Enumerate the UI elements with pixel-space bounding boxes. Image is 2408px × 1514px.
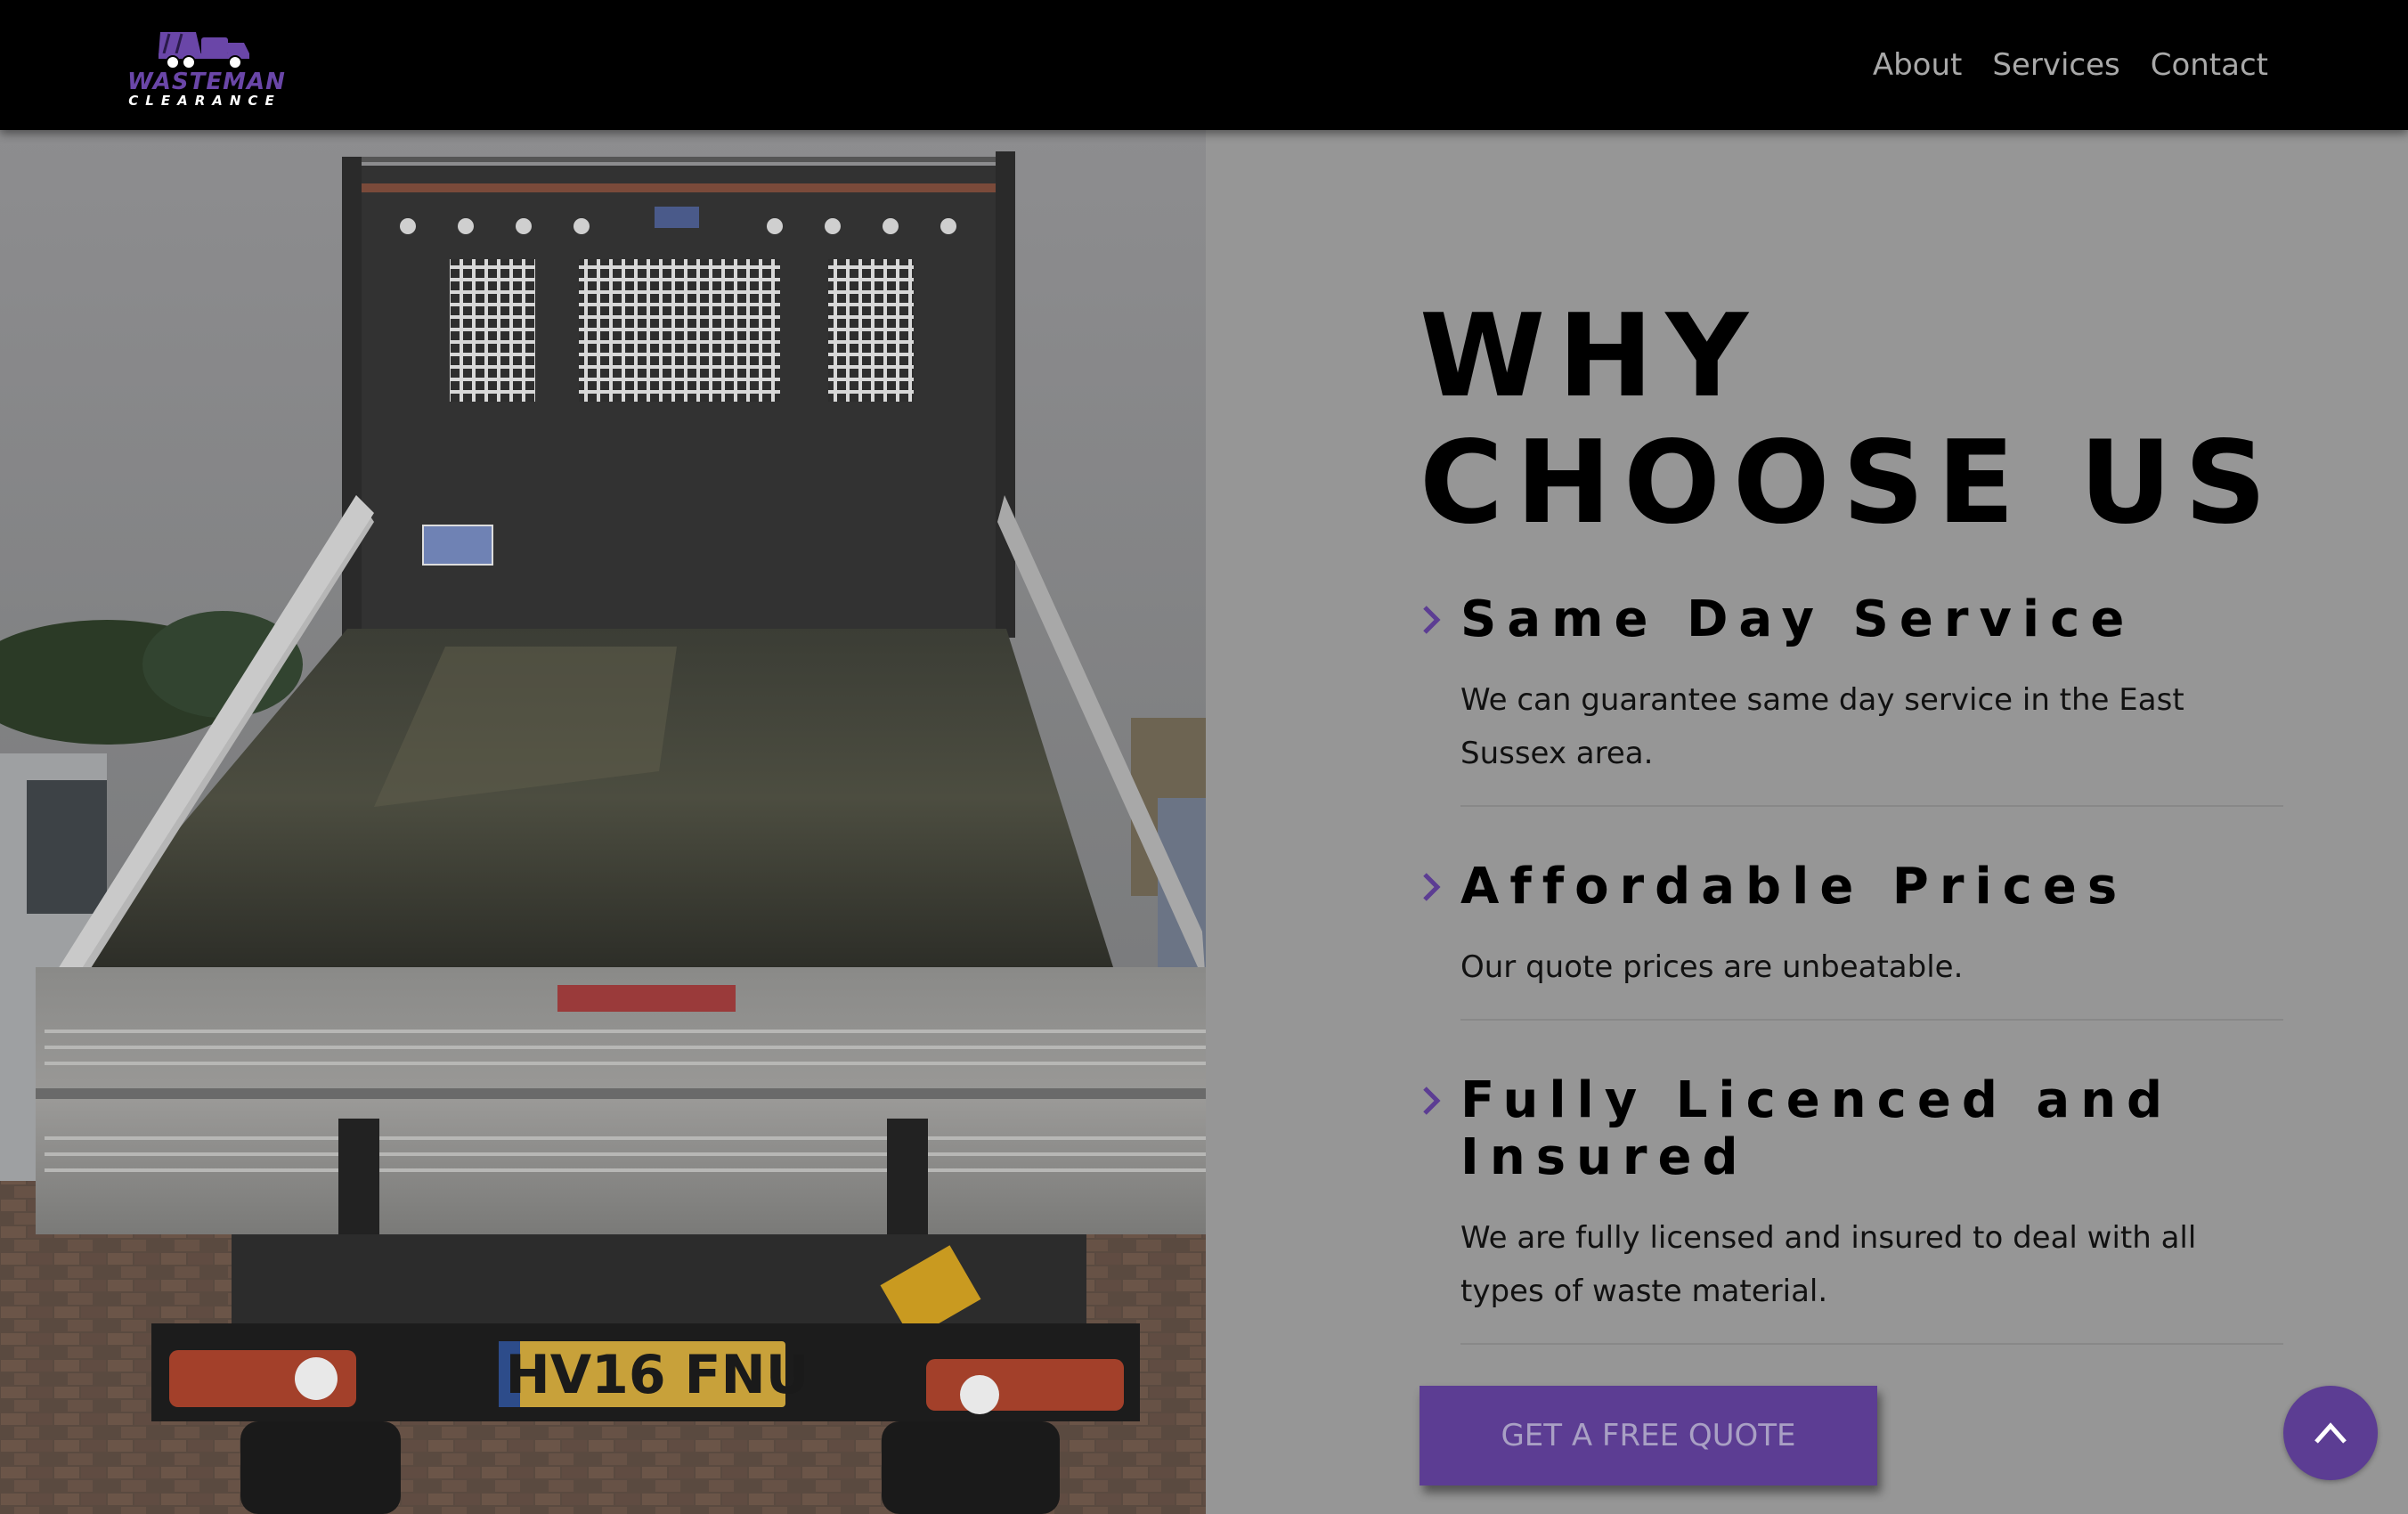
get-free-quote-button[interactable]: GET A FREE QUOTE — [1420, 1386, 1877, 1486]
feature-item: Fully Licenced and Insured We are fully … — [1420, 1072, 2283, 1318]
feature-title: Affordable Prices — [1460, 858, 2128, 916]
divider — [1460, 1343, 2283, 1345]
feature-description: We are fully licensed and insured to dea… — [1460, 1220, 2197, 1309]
logo[interactable]: WASTEMAN CLEARANCE — [125, 23, 285, 109]
chevron-right-icon — [1423, 1087, 1441, 1115]
nav-link-contact[interactable]: Contact — [2151, 43, 2268, 87]
feature-item: Same Day Service We can guarantee same d… — [1420, 591, 2283, 780]
divider — [1460, 1019, 2283, 1021]
divider — [1460, 805, 2283, 807]
chevron-right-icon — [1423, 606, 1441, 634]
main-nav: About Services Contact — [1873, 43, 2268, 87]
tipper-truck-illustration: HV16 FNU — [0, 130, 1206, 1514]
logo-text-secondary: CLEARANCE — [128, 93, 281, 109]
feature-description: We can guarantee same day service in the… — [1460, 682, 2184, 771]
license-plate-text: HV16 FNU — [506, 1344, 809, 1406]
scroll-to-top-button[interactable] — [2283, 1386, 2378, 1480]
section-heading: WHY CHOOSE US — [1420, 294, 2283, 547]
chevron-right-icon — [1423, 873, 1441, 901]
heading-line-1: WHY — [1420, 290, 1761, 423]
feature-item: Affordable Prices Our quote prices are u… — [1420, 859, 2283, 994]
nav-link-about[interactable]: About — [1873, 43, 1963, 87]
logo-text-primary: WASTEMAN — [127, 69, 286, 95]
feature-title: Fully Licenced and Insured — [1460, 1071, 2174, 1186]
feature-description: Our quote prices are unbeatable. — [1460, 949, 1964, 985]
navbar: WASTEMAN CLEARANCE About Services Contac… — [0, 0, 2408, 130]
feature-title: Same Day Service — [1460, 590, 2135, 648]
nav-link-services[interactable]: Services — [1992, 43, 2119, 87]
heading-line-2: CHOOSE US — [1420, 417, 2279, 549]
features-list: Same Day Service We can guarantee same d… — [1420, 591, 2283, 1345]
tipper-truck-icon — [159, 32, 249, 69]
chevron-up-icon — [2314, 1422, 2347, 1444]
why-choose-us-section: WHY CHOOSE US Same Day Service We can gu… — [1420, 294, 2283, 1396]
hero-photo: HV16 FNU — [0, 130, 1206, 1514]
